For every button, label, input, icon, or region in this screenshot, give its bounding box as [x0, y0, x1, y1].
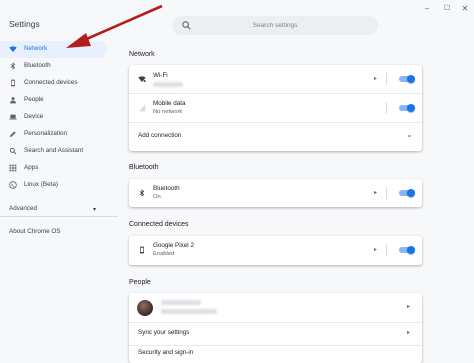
app-title: Settings — [9, 19, 40, 29]
bluetooth-status: On — [153, 194, 161, 200]
people-card: ▸ Sync your settings ▸ Security and sign… — [129, 293, 422, 363]
sidebar-item-linux-beta[interactable]: Linux (Beta) — [0, 177, 107, 194]
divider — [386, 244, 387, 256]
phone-icon — [140, 246, 144, 254]
sidebar-item-search-and-assistant[interactable]: Search and Assistant — [0, 143, 107, 160]
sync-settings-label: Sync your settings — [138, 329, 190, 336]
sidebar-item-network[interactable]: Network — [0, 41, 107, 58]
mobile-data-status: No network — [153, 109, 183, 115]
sidebar-item-label: Linux (Beta) — [24, 181, 58, 188]
avatar — [137, 300, 153, 316]
cellular-signal-icon — [138, 104, 146, 112]
sidebar-item-label: Apps — [24, 164, 39, 171]
search-icon — [9, 147, 17, 155]
bluetooth-row[interactable]: Bluetooth On ▸ — [129, 179, 422, 207]
laptop-icon — [9, 114, 17, 120]
divider — [386, 73, 387, 85]
bluetooth-arrow-icon[interactable]: ▸ — [374, 189, 377, 196]
device-arrow-icon[interactable]: ▸ — [374, 246, 377, 253]
sidebar-item-label: Network — [24, 45, 48, 52]
sync-arrow-icon[interactable]: ▸ — [407, 329, 410, 336]
toggle-knob — [407, 246, 415, 254]
sidebar-item-label: Search and Assistant — [24, 147, 84, 154]
bluetooth-label: Bluetooth — [153, 185, 180, 192]
divider — [386, 187, 387, 199]
minimize-button[interactable]: – — [421, 3, 433, 15]
mobile-data-toggle[interactable] — [399, 104, 415, 112]
account-email-redacted — [161, 309, 217, 314]
toggle-knob — [407, 189, 415, 197]
divider — [386, 102, 387, 114]
bluetooth-card: Bluetooth On ▸ — [129, 179, 422, 207]
device-name: Google Pixel 2 — [153, 242, 194, 249]
network-card: Wi-Fi ▸ Mobile data No network Add conne… — [129, 65, 422, 151]
toggle-knob — [407, 104, 415, 112]
add-connection-row[interactable]: Add connection ⌄ — [129, 123, 422, 151]
apps-grid-icon — [9, 164, 17, 172]
wifi-icon — [9, 46, 17, 52]
sidebar-item-label: Personalization — [24, 130, 68, 137]
sidebar-item-label: Bluetooth — [24, 62, 51, 69]
bluetooth-icon — [10, 62, 16, 70]
person-icon — [10, 97, 16, 104]
wifi-label: Wi-Fi — [153, 72, 168, 79]
chevron-down-icon[interactable]: ▾ — [93, 206, 96, 213]
connected-devices-card: Google Pixel 2 Enabled ▸ — [129, 236, 422, 265]
section-title-network: Network — [129, 51, 155, 58]
device-status: Enabled — [153, 251, 175, 257]
wifi-icon — [138, 76, 146, 82]
sidebar-item-apps[interactable]: Apps — [0, 160, 107, 177]
about-chrome-os-link[interactable]: About Chrome OS — [9, 228, 60, 235]
sync-settings-row[interactable]: Sync your settings ▸ — [129, 323, 422, 345]
wifi-toggle[interactable] — [399, 75, 415, 83]
mobile-data-row[interactable]: Mobile data No network — [129, 94, 422, 122]
account-row[interactable]: ▸ — [129, 293, 422, 322]
device-toggle[interactable] — [399, 246, 415, 254]
sidebar-item-connected-devices[interactable]: Connected devices — [0, 75, 107, 92]
linux-terminal-icon — [9, 181, 17, 189]
sidebar-item-device[interactable]: Device — [0, 109, 107, 126]
bluetooth-toggle[interactable] — [399, 189, 415, 197]
bluetooth-icon — [139, 189, 145, 197]
section-title-bluetooth: Bluetooth — [129, 164, 159, 171]
phone-icon — [11, 79, 15, 87]
add-connection-label: Add connection — [138, 132, 182, 139]
search-input[interactable] — [172, 16, 378, 35]
sidebar-item-people[interactable]: People — [0, 92, 107, 109]
section-title-connected-devices: Connected devices — [129, 221, 189, 228]
maximize-button[interactable]: ☐ — [441, 3, 453, 15]
account-arrow-icon[interactable]: ▸ — [407, 303, 410, 310]
wifi-row[interactable]: Wi-Fi ▸ — [129, 65, 422, 93]
toggle-knob — [407, 75, 415, 83]
close-button[interactable]: ✕ — [459, 3, 471, 15]
sidebar-divider — [0, 216, 118, 217]
pen-icon — [10, 131, 16, 137]
top-bar: Settings – ☐ ✕ — [0, 0, 474, 40]
mobile-data-label: Mobile data — [153, 100, 186, 107]
advanced-toggle[interactable]: Advanced — [9, 205, 37, 212]
chevron-down-icon[interactable]: ⌄ — [406, 130, 413, 139]
wifi-arrow-icon[interactable]: ▸ — [374, 75, 377, 82]
sidebar-item-label: Device — [24, 113, 44, 120]
sidebar-item-personalization[interactable]: Personalization — [0, 126, 107, 143]
sidebar-item-label: People — [24, 96, 44, 103]
sidebar-item-label: Connected devices — [24, 79, 78, 86]
sidebar-item-bluetooth[interactable]: Bluetooth — [0, 58, 107, 75]
account-name-redacted — [161, 300, 201, 305]
section-title-people: People — [129, 279, 151, 286]
search-box[interactable] — [172, 16, 378, 35]
wifi-network-name-redacted — [153, 82, 183, 87]
google-pixel-row[interactable]: Google Pixel 2 Enabled ▸ — [129, 236, 422, 265]
